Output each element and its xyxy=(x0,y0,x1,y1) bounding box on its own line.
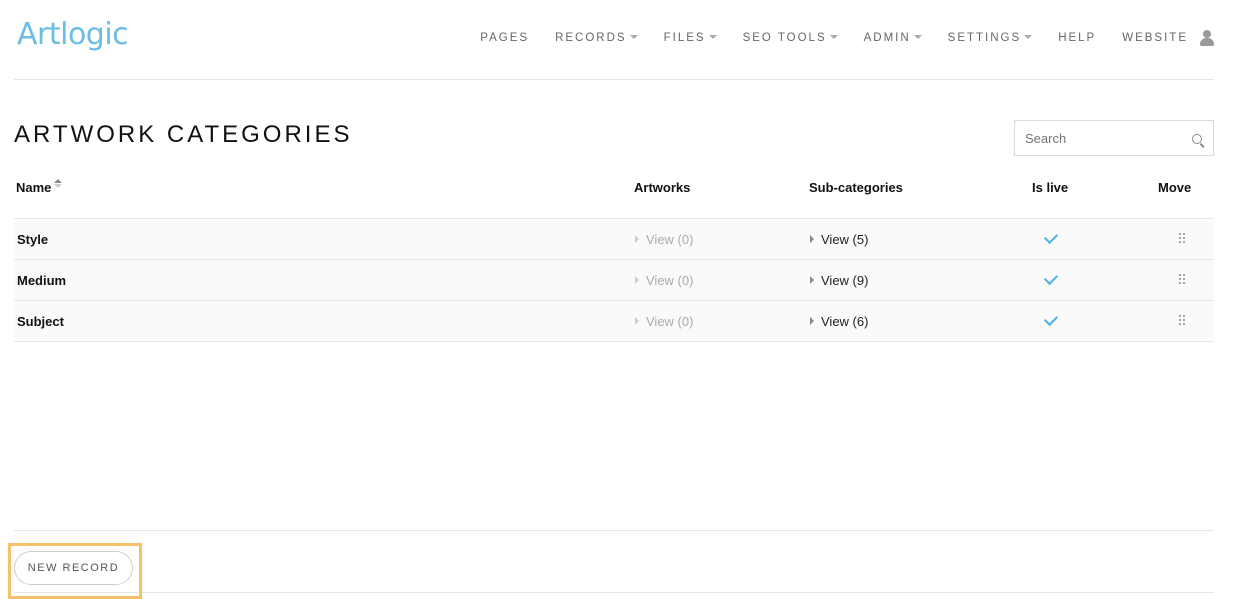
subcategories-view-link[interactable]: View (6) xyxy=(810,314,868,329)
nav-item-label: WEBSITE xyxy=(1122,32,1188,44)
main-nav: PAGES RECORDS FILES SEO TOOLS ADMIN SETT… xyxy=(454,28,1214,48)
drag-handle-icon[interactable] xyxy=(1179,233,1185,245)
records-table: Name Artworks Sub-categories Is live Mov… xyxy=(14,166,1214,342)
nav-item-label: RECORDS xyxy=(555,32,627,44)
check-icon[interactable] xyxy=(1043,229,1059,245)
caret-down-icon xyxy=(708,35,717,39)
artworks-view-link[interactable]: View (0) xyxy=(635,232,693,247)
page-title: ARTWORK CATEGORIES xyxy=(14,121,353,148)
subcategories-view-link[interactable]: View (5) xyxy=(810,232,868,247)
nav-item-admin[interactable]: ADMIN xyxy=(864,32,922,44)
artworks-view-link[interactable]: View (0) xyxy=(635,273,693,288)
top-header: Artlogic PAGES RECORDS FILES SEO TOOLS A… xyxy=(14,0,1214,80)
nav-item-seo-tools[interactable]: SEO TOOLS xyxy=(743,32,838,44)
column-header-is-live: Is live xyxy=(1032,180,1069,195)
triangle-right-icon xyxy=(810,276,814,284)
row-name[interactable]: Subject xyxy=(17,314,64,329)
link-label: View (5) xyxy=(821,232,869,247)
drag-handle-icon[interactable] xyxy=(1179,315,1185,327)
table-row[interactable]: Subject View (0) View (6) xyxy=(14,301,1214,342)
row-name[interactable]: Medium xyxy=(17,273,66,288)
nav-item-help[interactable]: HELP xyxy=(1058,32,1096,44)
check-icon[interactable] xyxy=(1043,270,1059,286)
artlogic-logo[interactable]: Artlogic xyxy=(17,17,129,52)
nav-item-label: SEO TOOLS xyxy=(742,32,827,44)
sort-icon[interactable] xyxy=(54,179,63,189)
nav-item-label: PAGES xyxy=(480,32,530,44)
column-header-subcategories: Sub-categories xyxy=(809,180,903,195)
caret-down-icon xyxy=(1024,35,1033,39)
nav-item-pages[interactable]: PAGES xyxy=(480,32,529,44)
new-record-button[interactable]: NEW RECORD xyxy=(14,551,133,585)
column-header-artworks: Artworks xyxy=(634,180,691,195)
nav-item-label: ADMIN xyxy=(863,32,911,44)
footer-bar xyxy=(14,530,1214,593)
search-icon[interactable] xyxy=(1192,134,1202,144)
link-label: View (0) xyxy=(646,232,694,247)
search-input[interactable] xyxy=(1015,121,1185,155)
table-header: Name Artworks Sub-categories Is live Mov… xyxy=(14,166,1214,219)
triangle-right-icon xyxy=(635,235,639,243)
column-header-move: Move xyxy=(1158,180,1192,195)
table-row[interactable]: Style View (0) View (5) xyxy=(14,219,1214,260)
triangle-right-icon xyxy=(635,317,639,325)
user-icon[interactable] xyxy=(1200,30,1214,46)
nav-item-label: SETTINGS xyxy=(947,32,1022,44)
column-label: Name xyxy=(16,180,52,195)
nav-item-settings[interactable]: SETTINGS xyxy=(948,32,1033,44)
nav-item-website[interactable]: WEBSITE xyxy=(1122,32,1188,44)
check-icon[interactable] xyxy=(1043,311,1059,327)
nav-item-label: FILES xyxy=(663,32,706,44)
link-label: View (0) xyxy=(646,273,694,288)
link-label: View (0) xyxy=(646,314,694,329)
subcategories-view-link[interactable]: View (9) xyxy=(810,273,868,288)
search-box xyxy=(1014,120,1214,156)
link-label: View (6) xyxy=(821,314,869,329)
artworks-view-link[interactable]: View (0) xyxy=(635,314,693,329)
triangle-right-icon xyxy=(810,235,814,243)
link-label: View (9) xyxy=(821,273,869,288)
page: Artlogic PAGES RECORDS FILES SEO TOOLS A… xyxy=(0,0,1234,599)
caret-down-icon xyxy=(629,35,638,39)
row-name[interactable]: Style xyxy=(17,232,48,247)
nav-item-files[interactable]: FILES xyxy=(664,32,717,44)
triangle-right-icon xyxy=(810,317,814,325)
drag-handle-icon[interactable] xyxy=(1179,274,1185,286)
table-row[interactable]: Medium View (0) View (9) xyxy=(14,260,1214,301)
caret-down-icon xyxy=(829,35,838,39)
caret-down-icon xyxy=(913,35,922,39)
nav-item-label: HELP xyxy=(1058,32,1097,44)
nav-item-records[interactable]: RECORDS xyxy=(555,32,638,44)
triangle-right-icon xyxy=(635,276,639,284)
column-header-name[interactable]: Name xyxy=(16,179,63,195)
